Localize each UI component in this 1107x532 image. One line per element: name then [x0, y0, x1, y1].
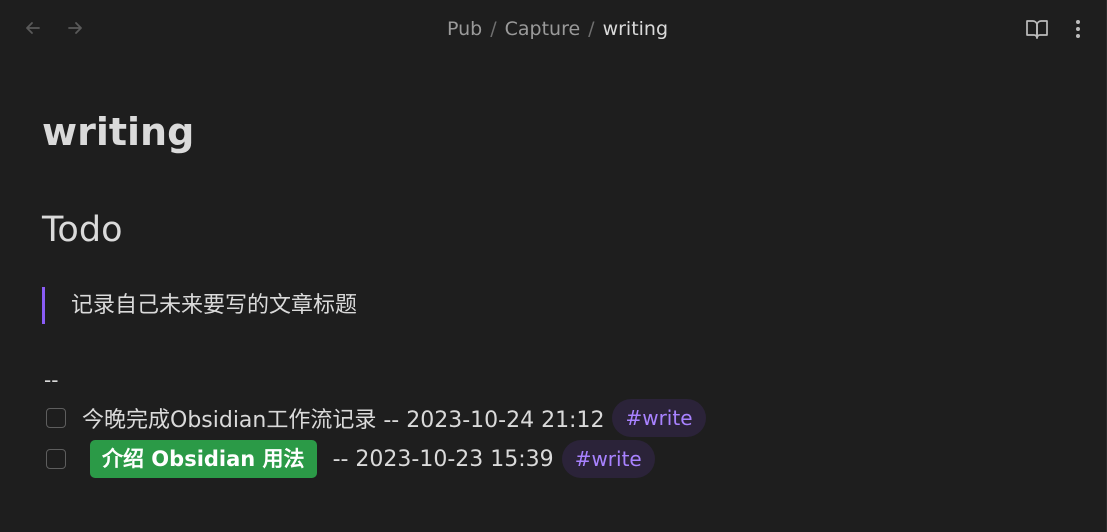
obsidian-note-pane: Pub / Capture / writing writing Todo 记录自己未来要… [0, 0, 1107, 532]
breadcrumb: Pub / Capture / writing [0, 18, 1107, 40]
separator-text: -- [44, 368, 59, 392]
more-options-button[interactable] [1068, 16, 1088, 42]
highlighted-text: 介绍 Obsidian 用法 [90, 440, 317, 478]
view-header: Pub / Capture / writing [0, 0, 1106, 58]
note-title: writing [42, 110, 195, 154]
breadcrumb-item-capture[interactable]: Capture [505, 18, 581, 40]
blockquote: 记录自己未来要写的文章标题 [42, 287, 357, 324]
task-checkbox[interactable] [46, 408, 66, 428]
tag-write[interactable]: #write [612, 399, 706, 437]
breadcrumb-separator: / [588, 18, 595, 40]
task-item: 今晚完成Obsidian工作流记录 -- 2023-10-24 21:12 #w… [42, 398, 706, 438]
breadcrumb-item-current-note[interactable]: writing [603, 18, 668, 40]
task-checkbox[interactable] [46, 449, 66, 469]
heading-todo: Todo [42, 210, 123, 250]
task-text: -- 2023-10-23 15:39 [332, 446, 554, 472]
task-item: 介绍 Obsidian 用法 -- 2023-10-23 15:39 #writ… [42, 439, 655, 479]
more-vertical-icon [1076, 20, 1080, 38]
breadcrumb-item-pub[interactable]: Pub [447, 18, 482, 40]
tag-write[interactable]: #write [561, 440, 655, 478]
breadcrumb-separator: / [490, 18, 497, 40]
task-text: 今晚完成Obsidian工作流记录 -- 2023-10-24 21:12 [82, 408, 605, 433]
reading-view-button[interactable] [1024, 16, 1050, 42]
book-open-icon [1026, 20, 1048, 39]
